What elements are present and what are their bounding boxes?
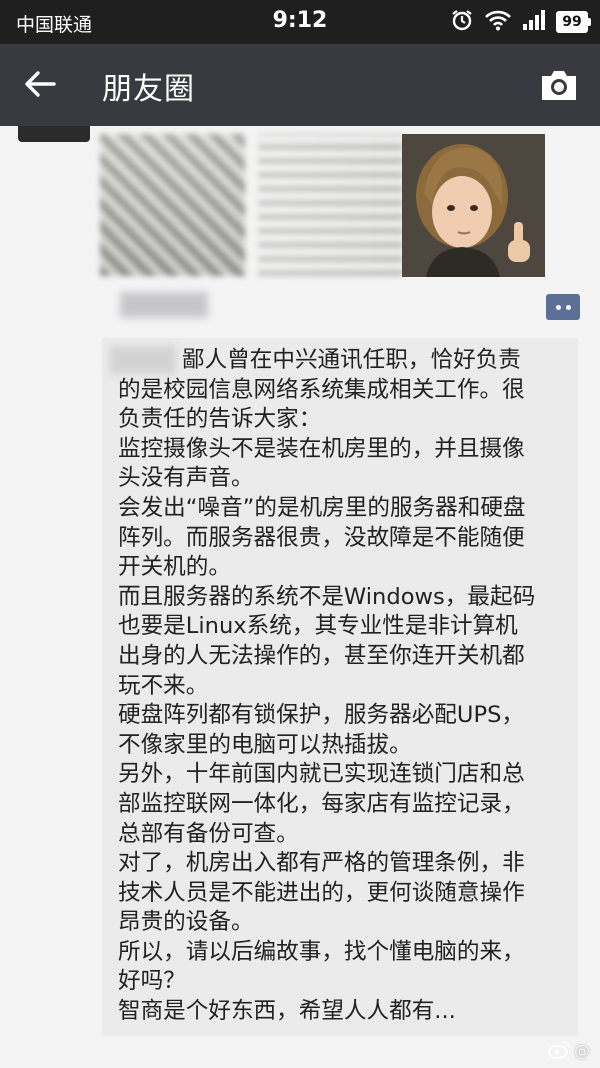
comment-line: 所以，请以后编故事，找个懂电脑的来， xyxy=(118,938,525,965)
more-dot-icon xyxy=(555,304,561,310)
comment-text: 鄙人曾在中兴通讯任职，恰好负责的是校园信息网络系统集成相关工作。很 负责任的告诉大… xyxy=(118,346,574,1027)
comment-line: 也要是Linux系统，其专业性是非计算机 xyxy=(118,613,518,640)
post-image-1[interactable] xyxy=(100,134,245,276)
weibo-icon xyxy=(548,1041,570,1059)
comment-line: 对了，机房出入都有严格的管理条例，非 xyxy=(118,850,525,877)
status-icons: 99 xyxy=(450,8,591,36)
moments-feed: 鄙人曾在中兴通讯任职，恰好负责的是校园信息网络系统集成相关工作。很 负责任的告诉大… xyxy=(0,126,600,1068)
comment-line: 出身的人无法操作的，甚至你连开关机都 xyxy=(118,642,525,669)
poster-name xyxy=(120,292,208,318)
page-title: 朋友圈 xyxy=(102,72,195,107)
battery-icon: 99 xyxy=(556,11,591,33)
back-arrow-icon[interactable] xyxy=(18,62,62,106)
comment-line: 总部有备份可查。 xyxy=(118,820,299,847)
comment-line: 监控摄像头不是装在机房里的，并且摄像 xyxy=(118,435,525,462)
watermark: @ xyxy=(548,1040,590,1060)
alarm-icon xyxy=(450,8,474,36)
comment-line: 玩不来。 xyxy=(118,672,209,699)
comment-line: 智商是个好东西，希望人人都有... xyxy=(118,998,456,1025)
comment-line: 硬盘阵列都有锁保护，服务器必配UPS， xyxy=(118,702,525,729)
comment-line: 部监控联网一体化，每家店有监控记录， xyxy=(118,790,525,817)
comment-line: 会发出“噪音”的是机房里的服务器和硬盘 xyxy=(118,494,526,521)
camera-icon[interactable] xyxy=(538,66,580,104)
comment-line: 头没有声音。 xyxy=(118,465,254,492)
at-icon: @ xyxy=(574,1040,590,1060)
comment-line: 昂贵的设备。 xyxy=(118,909,254,936)
comment-line: 负责任的告诉大家： xyxy=(118,406,322,433)
comment-line: 技术人员是不能进出的，更何谈随意操作 xyxy=(118,879,525,906)
comment-line: 不像家里的电脑可以热插拔。 xyxy=(118,731,412,758)
post-image-2[interactable] xyxy=(258,134,403,276)
comment-line: 另外，十年前国内就已实现连锁门店和总 xyxy=(118,761,525,788)
comment-line: 鄙人曾在中兴通讯任职，恰好负责 xyxy=(182,347,521,373)
comment-line: 开关机的。 xyxy=(118,554,231,581)
nav-bar: 朋友圈 xyxy=(0,44,600,126)
comment-box: 鄙人曾在中兴通讯任职，恰好负责的是校园信息网络系统集成相关工作。很 负责任的告诉大… xyxy=(102,338,578,1036)
comment-button[interactable] xyxy=(546,294,580,320)
signal-icon xyxy=(522,9,546,35)
post-image-3[interactable] xyxy=(402,134,545,277)
more-dot-icon xyxy=(565,304,571,310)
status-bar: 中国联通 9:12 99 xyxy=(0,0,600,44)
comment-line: 阵列。而服务器很贵，没故障是不能随便 xyxy=(118,524,525,551)
comment-line: 而且服务器的系统不是Windows，最起码 xyxy=(118,583,536,610)
wifi-icon xyxy=(484,9,512,35)
avatar[interactable] xyxy=(18,126,90,142)
comment-line: 好吗？ xyxy=(118,968,186,995)
comment-line: 的是校园信息网络系统集成相关工作。很 xyxy=(118,376,525,403)
